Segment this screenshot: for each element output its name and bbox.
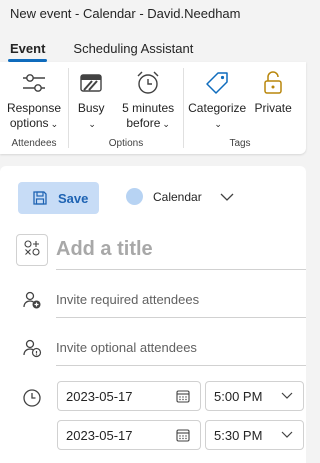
end-date-field[interactable]: 2023-05-17 xyxy=(57,420,201,450)
calendar-color-dot xyxy=(126,188,143,205)
chevron-down-icon xyxy=(281,431,293,439)
emoji-picker-icon xyxy=(23,239,41,262)
chevron-down-icon: ⌄ xyxy=(88,119,96,129)
ribbon-group-tags: Categorize ⌄ Private Tags xyxy=(184,62,296,154)
chevron-down-icon: ⌄ xyxy=(162,119,170,129)
group-label-attendees: Attendees xyxy=(11,138,57,149)
event-icon-picker[interactable] xyxy=(16,234,48,266)
end-time-value: 5:30 PM xyxy=(214,427,263,443)
tab-scheduling-assistant[interactable]: Scheduling Assistant xyxy=(71,41,195,62)
chevron-down-icon xyxy=(220,192,234,202)
tab-bar: Event Scheduling Assistant xyxy=(0,30,312,62)
add-person-icon xyxy=(22,290,42,310)
window-title: New event - Calendar - David.Needham xyxy=(0,0,312,30)
start-date-field[interactable]: 2023-05-17 xyxy=(57,381,201,411)
title-row xyxy=(16,234,306,270)
private-button[interactable]: Private xyxy=(254,62,292,136)
calendar-icon xyxy=(176,389,190,403)
response-options-label-2: options xyxy=(9,116,49,130)
save-button[interactable]: Save xyxy=(18,182,99,214)
busy-icon xyxy=(78,68,104,98)
group-label-tags: Tags xyxy=(229,138,251,149)
lock-icon xyxy=(260,68,286,98)
chevron-down-icon xyxy=(281,392,293,400)
calendar-icon xyxy=(176,428,190,442)
calendar-select[interactable]: Calendar xyxy=(126,188,234,205)
save-label: Save xyxy=(58,190,89,206)
end-time-field[interactable]: 5:30 PM xyxy=(205,420,304,450)
reminder-button[interactable]: 5 minutes before ⌄ xyxy=(122,62,174,136)
tag-icon xyxy=(204,68,230,98)
event-form: Save Calendar Add a title Invite require… xyxy=(0,166,306,463)
calendar-label: Calendar xyxy=(153,189,202,204)
group-label-options: Options xyxy=(108,138,144,149)
optional-attendees-input[interactable] xyxy=(56,330,306,366)
alarm-clock-icon xyxy=(135,68,161,98)
private-label: Private xyxy=(254,101,292,115)
required-attendees-input[interactable] xyxy=(56,282,306,318)
busy-label: Busy xyxy=(77,101,105,115)
end-date-value: 2023-05-17 xyxy=(66,427,133,443)
ribbon-group-attendees: Response options ⌄ Attendees xyxy=(0,62,68,154)
save-icon xyxy=(32,190,48,206)
categorize-label: Categorize xyxy=(188,101,247,115)
start-time-value: 5:00 PM xyxy=(214,388,263,404)
categorize-button[interactable]: Categorize ⌄ xyxy=(188,62,246,136)
clock-icon xyxy=(22,388,42,408)
required-attendees-row xyxy=(0,282,306,318)
reminder-label-1: 5 minutes xyxy=(122,101,175,115)
start-time-field[interactable]: 5:00 PM xyxy=(205,381,304,411)
busy-button[interactable]: Busy ⌄ xyxy=(78,62,105,136)
reminder-label-2: before xyxy=(126,116,161,130)
tab-event[interactable]: Event xyxy=(8,41,48,62)
ribbon: Response options ⌄ Attendees Busy ⌄ 5 mi… xyxy=(0,62,306,154)
start-date-value: 2023-05-17 xyxy=(66,388,133,404)
optional-person-icon xyxy=(22,338,42,358)
ribbon-group-options: Busy ⌄ 5 minutes before ⌄ Options xyxy=(69,62,183,154)
optional-attendees-row xyxy=(0,330,306,366)
chevron-down-icon: ⌄ xyxy=(214,119,222,129)
event-title-input[interactable] xyxy=(56,234,306,270)
response-options-button[interactable]: Response options ⌄ xyxy=(7,62,61,136)
sliders-icon xyxy=(21,68,47,98)
response-options-label-1: Response xyxy=(6,101,62,115)
chevron-down-icon: ⌄ xyxy=(50,119,59,129)
